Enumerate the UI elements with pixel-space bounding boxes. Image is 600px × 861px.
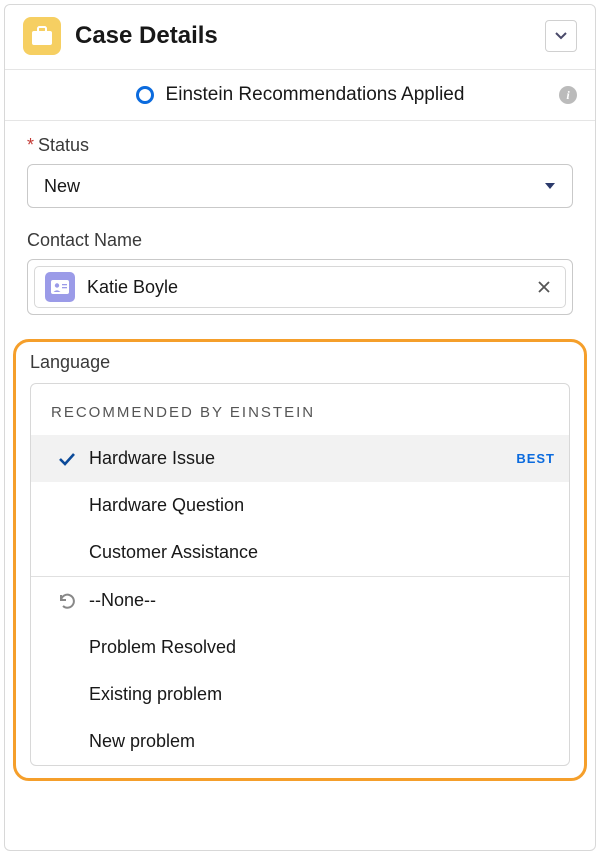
chevron-down-icon <box>544 182 556 190</box>
check-icon <box>58 452 76 466</box>
contact-name: Katie Boyle <box>87 277 533 298</box>
dropdown-option-label: Existing problem <box>89 684 555 705</box>
dropdown-option-existing-problem[interactable]: Existing problem <box>31 671 569 718</box>
contact-chip: Katie Boyle <box>34 266 566 308</box>
language-label: Language <box>30 352 570 373</box>
dropdown-option-label: Customer Assistance <box>89 542 555 563</box>
dropdown-option-problem-resolved[interactable]: Problem Resolved <box>31 624 569 671</box>
status-value: New <box>44 176 544 197</box>
dropdown-option-hardware-issue[interactable]: Hardware Issue BEST <box>31 435 569 482</box>
collapse-button[interactable] <box>545 20 577 52</box>
language-highlight-box: Language Recommended by Einstein Hardwar… <box>13 339 587 781</box>
dropdown-group-header: Recommended by Einstein <box>31 384 569 435</box>
panel-body: *Status New Contact Name K <box>5 121 595 315</box>
dropdown-option-label: Hardware Issue <box>89 448 506 469</box>
briefcase-icon <box>23 17 61 55</box>
case-details-panel: Case Details Einstein Recommendations Ap… <box>4 4 596 851</box>
dropdown-option-none[interactable]: --None-- <box>31 577 569 624</box>
chevron-down-icon <box>555 32 567 40</box>
status-label: *Status <box>27 135 573 156</box>
dropdown-option-label: --None-- <box>89 590 555 611</box>
status-select[interactable]: New <box>27 164 573 208</box>
dropdown-option-label: New problem <box>89 731 555 752</box>
required-asterisk: * <box>27 135 34 155</box>
contact-icon <box>45 272 75 302</box>
panel-title: Case Details <box>75 22 545 50</box>
dropdown-option-hardware-question[interactable]: Hardware Question <box>31 482 569 529</box>
info-icon[interactable]: i <box>559 86 577 104</box>
dropdown-option-label: Hardware Question <box>89 495 555 516</box>
dropdown-option-customer-assistance[interactable]: Customer Assistance <box>31 529 569 576</box>
panel-header: Case Details <box>5 5 595 70</box>
language-dropdown: Recommended by Einstein Hardware Issue B… <box>30 383 570 766</box>
contact-label: Contact Name <box>27 230 573 251</box>
dropdown-option-label: Problem Resolved <box>89 637 555 658</box>
undo-icon <box>57 591 77 611</box>
contact-input[interactable]: Katie Boyle <box>27 259 573 315</box>
close-icon <box>537 280 551 294</box>
einstein-applied-label: Einstein Recommendations Applied <box>166 84 465 106</box>
einstein-radio-icon <box>136 86 154 104</box>
dropdown-option-new-problem[interactable]: New problem <box>31 718 569 765</box>
best-badge: BEST <box>516 451 555 466</box>
einstein-applied-bar: Einstein Recommendations Applied i <box>5 70 595 121</box>
clear-contact-button[interactable] <box>533 280 555 294</box>
